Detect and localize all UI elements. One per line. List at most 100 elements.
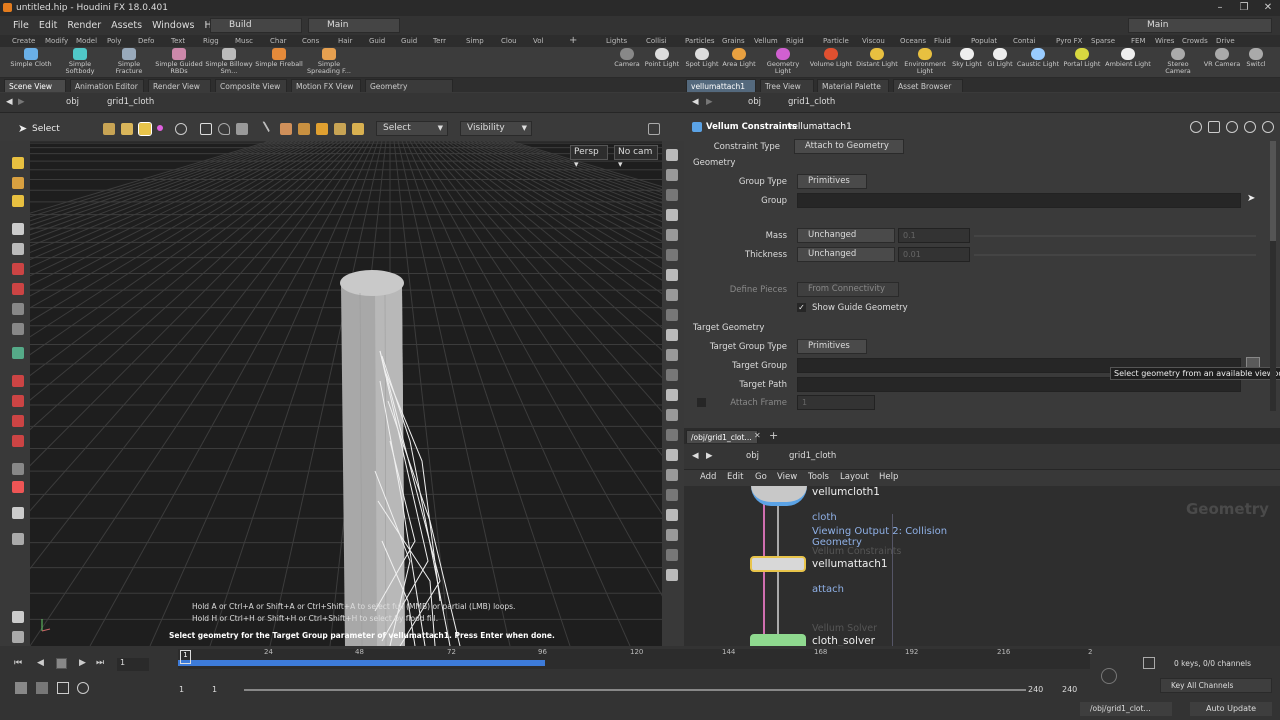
point-select-icon[interactable] xyxy=(157,125,163,131)
auto-update-menu[interactable]: Auto Update xyxy=(1190,702,1272,716)
help-icon[interactable] xyxy=(1208,121,1220,133)
shelf-tool-button[interactable]: Area Light xyxy=(716,48,762,68)
shelf-tool-button[interactable]: Simple Billowy Sm... xyxy=(204,48,254,75)
range-end-field[interactable]: 240 xyxy=(1028,685,1043,694)
display-option-icon[interactable] xyxy=(666,429,678,441)
geometry-section-header[interactable]: Geometry xyxy=(693,158,735,168)
display-option-icon[interactable] xyxy=(666,229,678,241)
tab-left-pane[interactable]: Scene View xyxy=(4,79,66,92)
jump-start-icon[interactable]: ⏮ xyxy=(14,658,22,668)
node-cloth-solver[interactable] xyxy=(750,634,806,646)
shelf-tool-button[interactable]: Distant Light xyxy=(854,48,900,68)
shelf-tab[interactable]: Oceans xyxy=(900,35,926,47)
tab-left-pane[interactable]: Geometry Spreadsheet xyxy=(365,79,453,104)
shelf-tab[interactable]: Viscou xyxy=(862,35,885,47)
display-option-icon[interactable] xyxy=(666,569,678,581)
tab-left-pane[interactable]: Animation Editor xyxy=(70,79,144,92)
close-icon[interactable]: ✕ xyxy=(1256,0,1280,16)
persp-menu[interactable]: Persp ▾ xyxy=(570,145,608,170)
back-icon[interactable]: ◀ xyxy=(692,97,699,107)
gear-icon[interactable] xyxy=(1190,121,1202,133)
shelf-tab[interactable]: Simp xyxy=(466,35,484,47)
viewport-tool-icon[interactable] xyxy=(12,283,24,295)
display-option-icon[interactable] xyxy=(666,509,678,521)
node-name-field[interactable]: vellumattach1 xyxy=(787,122,852,132)
node-vellumattach1[interactable] xyxy=(750,556,806,572)
display-option-icon[interactable] xyxy=(666,169,678,181)
menu-edit[interactable]: Edit xyxy=(34,20,62,31)
forward-icon[interactable]: ▶ xyxy=(706,451,713,461)
shelf-desktop-select[interactable]: Main xyxy=(308,18,400,33)
display-option-icon[interactable] xyxy=(666,349,678,361)
shelf-tool-button[interactable]: Simple Guided RBDs xyxy=(154,48,204,75)
shelf-tab[interactable]: Rigid xyxy=(786,35,804,47)
select-pattern-icon[interactable] xyxy=(334,123,346,135)
select-arrow-icon[interactable]: ➤ xyxy=(18,122,27,135)
right-path-node[interactable]: grid1_cloth xyxy=(788,97,835,107)
menu-edit[interactable]: Edit xyxy=(727,472,743,482)
visibility-dropdown[interactable]: Visibility ▼ xyxy=(460,121,532,136)
shelf-tab[interactable]: Clou xyxy=(501,35,517,47)
select-groups-icon[interactable] xyxy=(298,123,310,135)
display-option-icon[interactable] xyxy=(666,249,678,261)
shelf-tool-button[interactable]: Simple Cloth xyxy=(6,48,56,68)
play-reverse-icon[interactable]: ◀ xyxy=(37,658,44,668)
display-option-icon[interactable] xyxy=(666,529,678,541)
display-option-icon[interactable] xyxy=(666,289,678,301)
menu-layout[interactable]: Layout xyxy=(840,472,869,482)
viewport-tool-icon[interactable] xyxy=(12,395,24,407)
shelf-tab[interactable]: Crowds xyxy=(1182,35,1208,47)
minimize-icon[interactable]: – xyxy=(1208,0,1232,16)
menu-go[interactable]: Go xyxy=(755,472,767,482)
select-by-normal-icon[interactable] xyxy=(352,123,364,135)
constraint-type-menu[interactable]: Attach to Geometry xyxy=(794,139,904,154)
thickness-mode-menu[interactable]: Unchanged xyxy=(797,247,895,262)
shelf-tab[interactable]: Lights xyxy=(606,35,627,47)
play-icon[interactable]: ▶ xyxy=(79,658,86,668)
display-option-icon[interactable] xyxy=(666,269,678,281)
viewport-tool-icon[interactable] xyxy=(12,223,24,235)
add-tab-icon[interactable]: + xyxy=(769,429,778,442)
shelf-tab[interactable]: Poly xyxy=(107,35,121,47)
viewport-tool-icon[interactable] xyxy=(12,303,24,315)
viewport-tool-icon[interactable] xyxy=(12,195,24,207)
shelf-tab[interactable]: Fluid xyxy=(934,35,951,47)
display-option-icon[interactable] xyxy=(666,329,678,341)
shelf-tab[interactable]: Modify xyxy=(45,35,68,47)
back-icon[interactable]: ◀ xyxy=(692,451,699,461)
shelf-tab[interactable]: Guid xyxy=(401,35,417,47)
shelf-tab[interactable]: Model xyxy=(76,35,97,47)
viewport-tool-icon[interactable] xyxy=(12,177,24,189)
display-option-icon[interactable] xyxy=(666,389,678,401)
tab-network-path[interactable]: /obj/grid1_clot... xyxy=(686,430,758,443)
shelf-tab[interactable]: Contai xyxy=(1013,35,1036,47)
shelf-tab[interactable]: Particle xyxy=(823,35,849,47)
status-path[interactable]: /obj/grid1_clot... xyxy=(1080,702,1172,716)
viewport-tool-icon[interactable] xyxy=(12,463,24,475)
shelf-tab[interactable]: Terr xyxy=(433,35,446,47)
mass-slider[interactable] xyxy=(974,235,1256,237)
tab-right-pane[interactable]: vellumattach1 xyxy=(686,79,756,92)
thickness-slider[interactable] xyxy=(974,254,1256,256)
shelf-tab[interactable]: Wires xyxy=(1155,35,1174,47)
target-section-header[interactable]: Target Geometry xyxy=(693,323,764,333)
tab-right-pane[interactable]: Asset Browser xyxy=(893,79,963,92)
show-guide-checkbox[interactable]: ✓ xyxy=(797,303,806,312)
left-path-node[interactable]: grid1_cloth xyxy=(107,97,154,107)
shelf-tool-button[interactable]: Simple Spreading F... xyxy=(304,48,354,75)
display-option-icon[interactable] xyxy=(666,209,678,221)
node-vellumcloth1[interactable] xyxy=(751,486,807,506)
menu-render[interactable]: Render xyxy=(62,20,106,31)
viewport-tool-icon[interactable] xyxy=(12,415,24,427)
search-icon[interactable] xyxy=(1226,121,1238,133)
info-icon[interactable] xyxy=(1262,121,1274,133)
select-connected-icon[interactable] xyxy=(316,123,328,135)
shelf-tab[interactable]: Particles xyxy=(685,35,715,47)
maximize-icon[interactable]: ❐ xyxy=(1232,0,1256,16)
network-path-node[interactable]: grid1_cloth xyxy=(789,451,836,461)
shelf-tab[interactable]: Vellum xyxy=(754,35,778,47)
shelf-tab[interactable]: Defo xyxy=(138,35,154,47)
tab-right-pane[interactable]: Material Palette xyxy=(817,79,889,92)
menu-view[interactable]: View xyxy=(777,472,797,482)
tab-left-pane[interactable]: Composite View xyxy=(215,79,287,92)
